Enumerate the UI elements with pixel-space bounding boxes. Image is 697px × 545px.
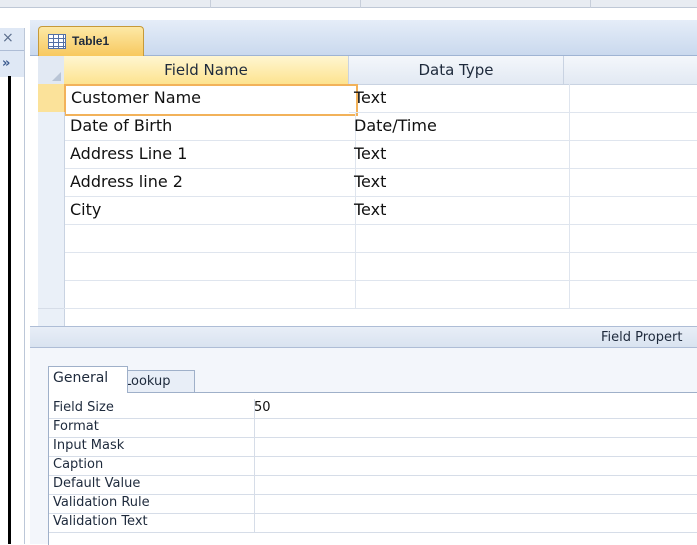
table-icon <box>48 34 66 49</box>
field-properties-bar: Field Propert <box>30 326 697 348</box>
data-type-cell[interactable]: Text <box>349 168 570 197</box>
property-row: Validation Rule <box>49 494 697 514</box>
data-type-cell[interactable]: Text <box>349 196 570 225</box>
property-value-field[interactable] <box>251 513 697 532</box>
property-label: Default Value <box>49 475 255 494</box>
description-cell[interactable] <box>564 112 697 141</box>
document-tab-bar: Table1 <box>30 20 697 58</box>
property-value-field[interactable] <box>251 456 697 475</box>
table-row: Customer Name Text <box>38 84 697 116</box>
row-selector[interactable] <box>38 168 65 197</box>
table-row: City Text <box>38 196 697 225</box>
property-label: Format <box>49 418 255 437</box>
row-selector[interactable] <box>38 224 65 253</box>
column-header-data-type[interactable]: Data Type <box>349 56 564 85</box>
table-row <box>38 224 697 253</box>
data-type-cell[interactable] <box>349 252 570 281</box>
tab-general[interactable]: General <box>48 366 128 393</box>
field-name-cell[interactable] <box>64 224 356 253</box>
tab-lookup[interactable]: Lookup <box>119 370 195 393</box>
property-label: Caption <box>49 456 255 475</box>
table-row: Date of Birth Date/Time <box>38 112 697 141</box>
property-label: Input Mask <box>49 437 255 456</box>
row-selector[interactable] <box>38 252 65 281</box>
table-row: Address Line 1 Text <box>38 140 697 169</box>
table-row <box>38 252 697 281</box>
field-name-cell[interactable]: Date of Birth <box>64 112 356 141</box>
property-row: Validation Text <box>49 513 697 533</box>
property-label: Validation Rule <box>49 494 255 513</box>
column-header-field-name[interactable]: Field Name <box>64 56 349 85</box>
corner-triangle-icon <box>52 72 61 81</box>
description-cell[interactable] <box>564 224 697 253</box>
data-type-cell[interactable] <box>349 224 570 253</box>
select-all-corner[interactable] <box>38 56 65 85</box>
description-cell[interactable] <box>564 280 697 309</box>
row-selector[interactable] <box>38 84 65 113</box>
data-type-cell[interactable]: Text <box>349 84 570 113</box>
chevron-right-icon[interactable]: » <box>2 56 10 71</box>
property-value-field[interactable] <box>251 418 697 437</box>
row-selector[interactable] <box>38 140 65 169</box>
description-cell[interactable] <box>564 252 697 281</box>
property-row: Default Value <box>49 475 697 495</box>
field-name-cell[interactable]: Address Line 1 <box>64 140 356 169</box>
pane-splitter[interactable] <box>8 76 11 544</box>
row-selector[interactable] <box>38 196 65 225</box>
property-value-field[interactable] <box>251 494 697 513</box>
document-tab-table1[interactable]: Table1 <box>38 26 144 58</box>
field-properties-title: Field Propert <box>601 330 683 345</box>
document-tab-label: Table1 <box>72 34 110 48</box>
data-type-cell[interactable] <box>349 280 570 309</box>
navigation-pane: × » <box>0 8 30 544</box>
description-cell[interactable] <box>564 140 697 169</box>
data-type-cell[interactable]: Text <box>349 140 570 169</box>
data-type-cell[interactable]: Date/Time <box>349 112 570 141</box>
property-value-field[interactable] <box>251 475 697 494</box>
separator <box>210 0 211 8</box>
property-row: Input Mask <box>49 437 697 457</box>
field-name-cell[interactable] <box>64 252 356 281</box>
field-name-cell[interactable]: City <box>64 196 356 225</box>
field-name-cell[interactable] <box>64 280 356 309</box>
property-row: Field Size 50 <box>49 399 697 419</box>
description-cell[interactable] <box>564 168 697 197</box>
field-properties-pane: General Lookup Field Size 50 Format Inpu… <box>30 348 697 545</box>
column-header-description[interactable] <box>564 56 697 85</box>
property-label: Validation Text <box>49 513 255 532</box>
description-cell[interactable] <box>564 196 697 225</box>
table-row <box>38 280 697 309</box>
property-value-field[interactable]: 50 <box>251 399 697 418</box>
property-row: Format <box>49 418 697 438</box>
row-selector[interactable] <box>38 280 65 309</box>
pane-border <box>24 28 25 544</box>
table-design-grid: Field Name Data Type Customer Name Text … <box>38 56 697 336</box>
separator <box>360 0 361 8</box>
property-sheet: Field Size 50 Format Input Mask Caption … <box>48 392 697 545</box>
close-icon[interactable]: × <box>2 30 14 46</box>
top-toolbar-edge <box>0 0 697 8</box>
row-selector[interactable] <box>38 112 65 141</box>
description-cell[interactable] <box>564 84 697 113</box>
separator <box>590 0 591 8</box>
property-label: Field Size <box>49 399 255 418</box>
table-row: Address line 2 Text <box>38 168 697 197</box>
property-value-field[interactable] <box>251 437 697 456</box>
field-name-cell[interactable]: Address line 2 <box>64 168 356 197</box>
property-row: Caption <box>49 456 697 476</box>
